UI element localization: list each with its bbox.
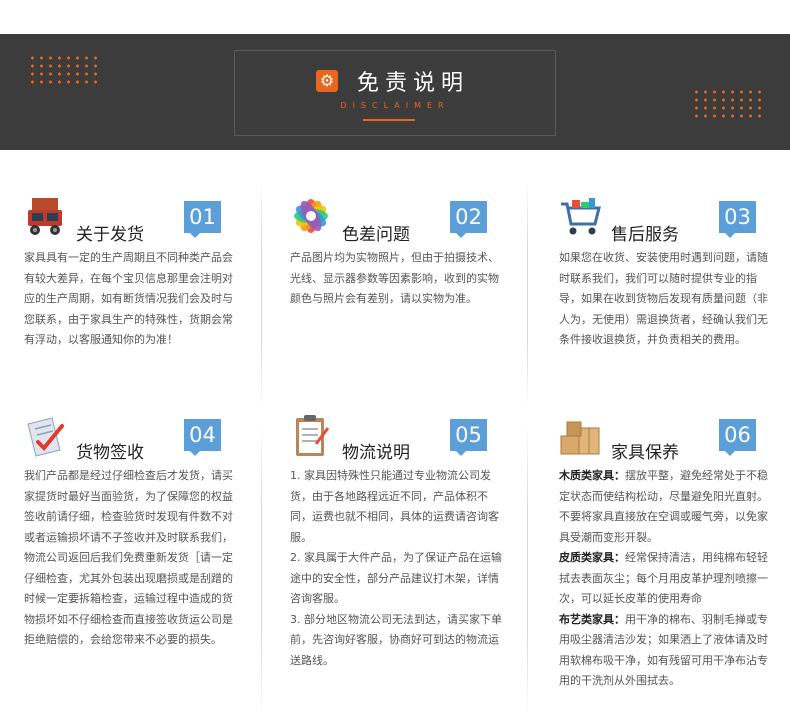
section-paragraph: 3. 部分地区物流公司无法到达，请买家下单前，先咨询好客服，协商好可到达的物流运…	[290, 612, 502, 667]
shopping-cart-icon	[561, 198, 601, 235]
section-paragraph: 产品图片均为实物照片，但由于拍摄技术、光线、显示器参数等因素影响，收到的实物颜色…	[290, 251, 499, 305]
section-number-badge: 01	[184, 201, 221, 238]
header-banner: ⚙ 免责说明 DISCLAIMER	[0, 34, 790, 150]
care-label: 木质类家具：	[559, 469, 625, 482]
section-number-badge: 04	[184, 419, 221, 456]
section-text: 如果您在收货、安装使用时遇到问题，请随时联系我们，我们可以随时提供专业的指导，如…	[559, 248, 771, 351]
checklist-icon	[27, 417, 64, 457]
section-text: 1. 家具因特殊性只能通过专业物流公司发货，由于各地路程远近不同，产品体积不同，…	[290, 466, 502, 671]
care-item-wood: 木质类家具：摆放平整，避免经常处于不稳定状态而使结构松动，尽量避免阳光直射。不要…	[559, 466, 771, 548]
section-paragraph: 我们产品都是经过仔细检查后才发货，请买家提货时最好当面验货，为了保障您的权益签收…	[24, 469, 233, 646]
truck-icon	[28, 198, 62, 235]
section-title: 货物签收	[76, 443, 144, 463]
section-number-badge: 05	[450, 419, 487, 456]
section-paragraph: 1. 家具因特殊性只能通过专业物流公司发货，由于各地路程远近不同，产品体积不同，…	[290, 469, 499, 544]
care-label: 布艺类家具：	[559, 612, 625, 626]
section-text: 产品图片均为实物照片，但由于拍摄技术、光线、显示器参数等因素影响，收到的实物颜色…	[290, 248, 502, 310]
title-underline	[363, 119, 415, 121]
care-label: 皮质类家具：	[559, 551, 625, 564]
column-divider	[527, 180, 528, 410]
decorative-dots	[692, 88, 762, 122]
section-number-badge: 03	[719, 201, 756, 238]
section-title: 关于发货	[76, 225, 144, 245]
section-title: 物流说明	[342, 443, 410, 463]
title-box: ⚙ 免责说明 DISCLAIMER	[234, 50, 556, 136]
boxes-icon	[560, 421, 600, 455]
page-title: 免责说明	[357, 71, 470, 96]
color-wheel-icon	[294, 199, 328, 233]
section-title: 色差问题	[342, 225, 410, 245]
section-paragraph: 家具具有一定的生产周期且不同种类产品会有较大差异，在每个宝贝信息那里会注明对应的…	[24, 251, 233, 346]
section-number-badge: 02	[450, 201, 487, 238]
section-number-badge: 06	[719, 419, 756, 456]
care-item-leather: 皮质类家具：经常保持清洁，用纯棉布轻轻拭去表面灰尘；每个月用皮革护理剂喷擦一次，…	[559, 548, 771, 610]
section-text: 木质类家具：摆放平整，避免经常处于不稳定状态而使结构松动，尽量避免阳光直射。不要…	[559, 466, 771, 692]
section-paragraph: 如果您在收货、安装使用时遇到问题，请随时联系我们，我们可以随时提供专业的指导，如…	[559, 251, 768, 346]
column-divider	[527, 420, 528, 720]
clipboard-icon	[296, 415, 330, 456]
section-title: 家具保养	[611, 443, 679, 463]
section-text: 我们产品都是经过仔细检查后才发货，请买家提货时最好当面验货，为了保障您的权益签收…	[24, 466, 236, 651]
section-text: 家具具有一定的生产周期且不同种类产品会有较大差异，在每个宝贝信息那里会注明对应的…	[24, 248, 236, 351]
gear-icon: ⚙	[316, 70, 338, 92]
column-divider	[261, 420, 262, 720]
section-paragraph: 2. 家具属于大件产品，为了保证产品在运输途中的安全性，部分产品建议打木架，详情…	[290, 551, 502, 605]
care-item-fabric: 布艺类家具：用干净的棉布、羽制毛掸或专用吸尘器清洁沙发；如果洒上了液体请及时用软…	[559, 610, 771, 692]
column-divider	[261, 180, 262, 410]
page-subtitle: DISCLAIMER	[340, 101, 450, 110]
section-title: 售后服务	[611, 225, 679, 245]
decorative-dots	[28, 54, 98, 88]
